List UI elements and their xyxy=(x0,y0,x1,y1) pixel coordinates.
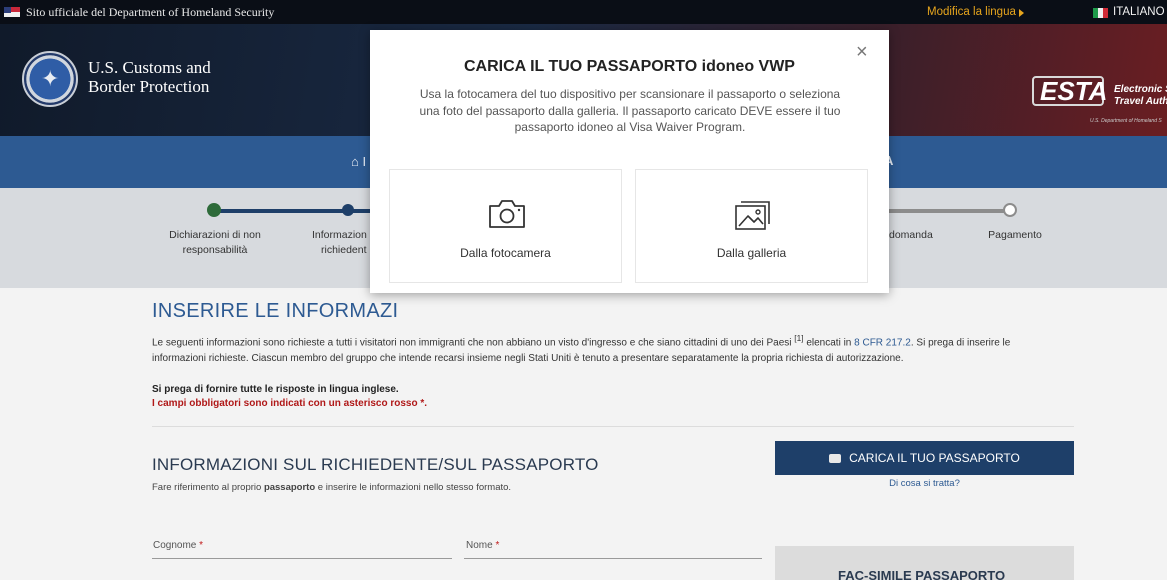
camera-icon xyxy=(489,200,525,228)
upload-passport-modal: × CARICA IL TUO PASSAPORTO idoneo VWP Us… xyxy=(370,30,889,293)
from-camera-label: Dalla fotocamera xyxy=(460,246,551,260)
gallery-icon xyxy=(735,201,770,230)
from-gallery-option[interactable]: Dalla galleria xyxy=(635,169,868,283)
from-gallery-label: Dalla galleria xyxy=(716,246,787,260)
modal-title: CARICA IL TUO PASSAPORTO idoneo VWP xyxy=(464,58,795,75)
from-camera-option[interactable]: Dalla fotocamera xyxy=(389,169,622,283)
modal-description: Usa la fotocamera del tuo dispositivo pe… xyxy=(419,87,841,134)
